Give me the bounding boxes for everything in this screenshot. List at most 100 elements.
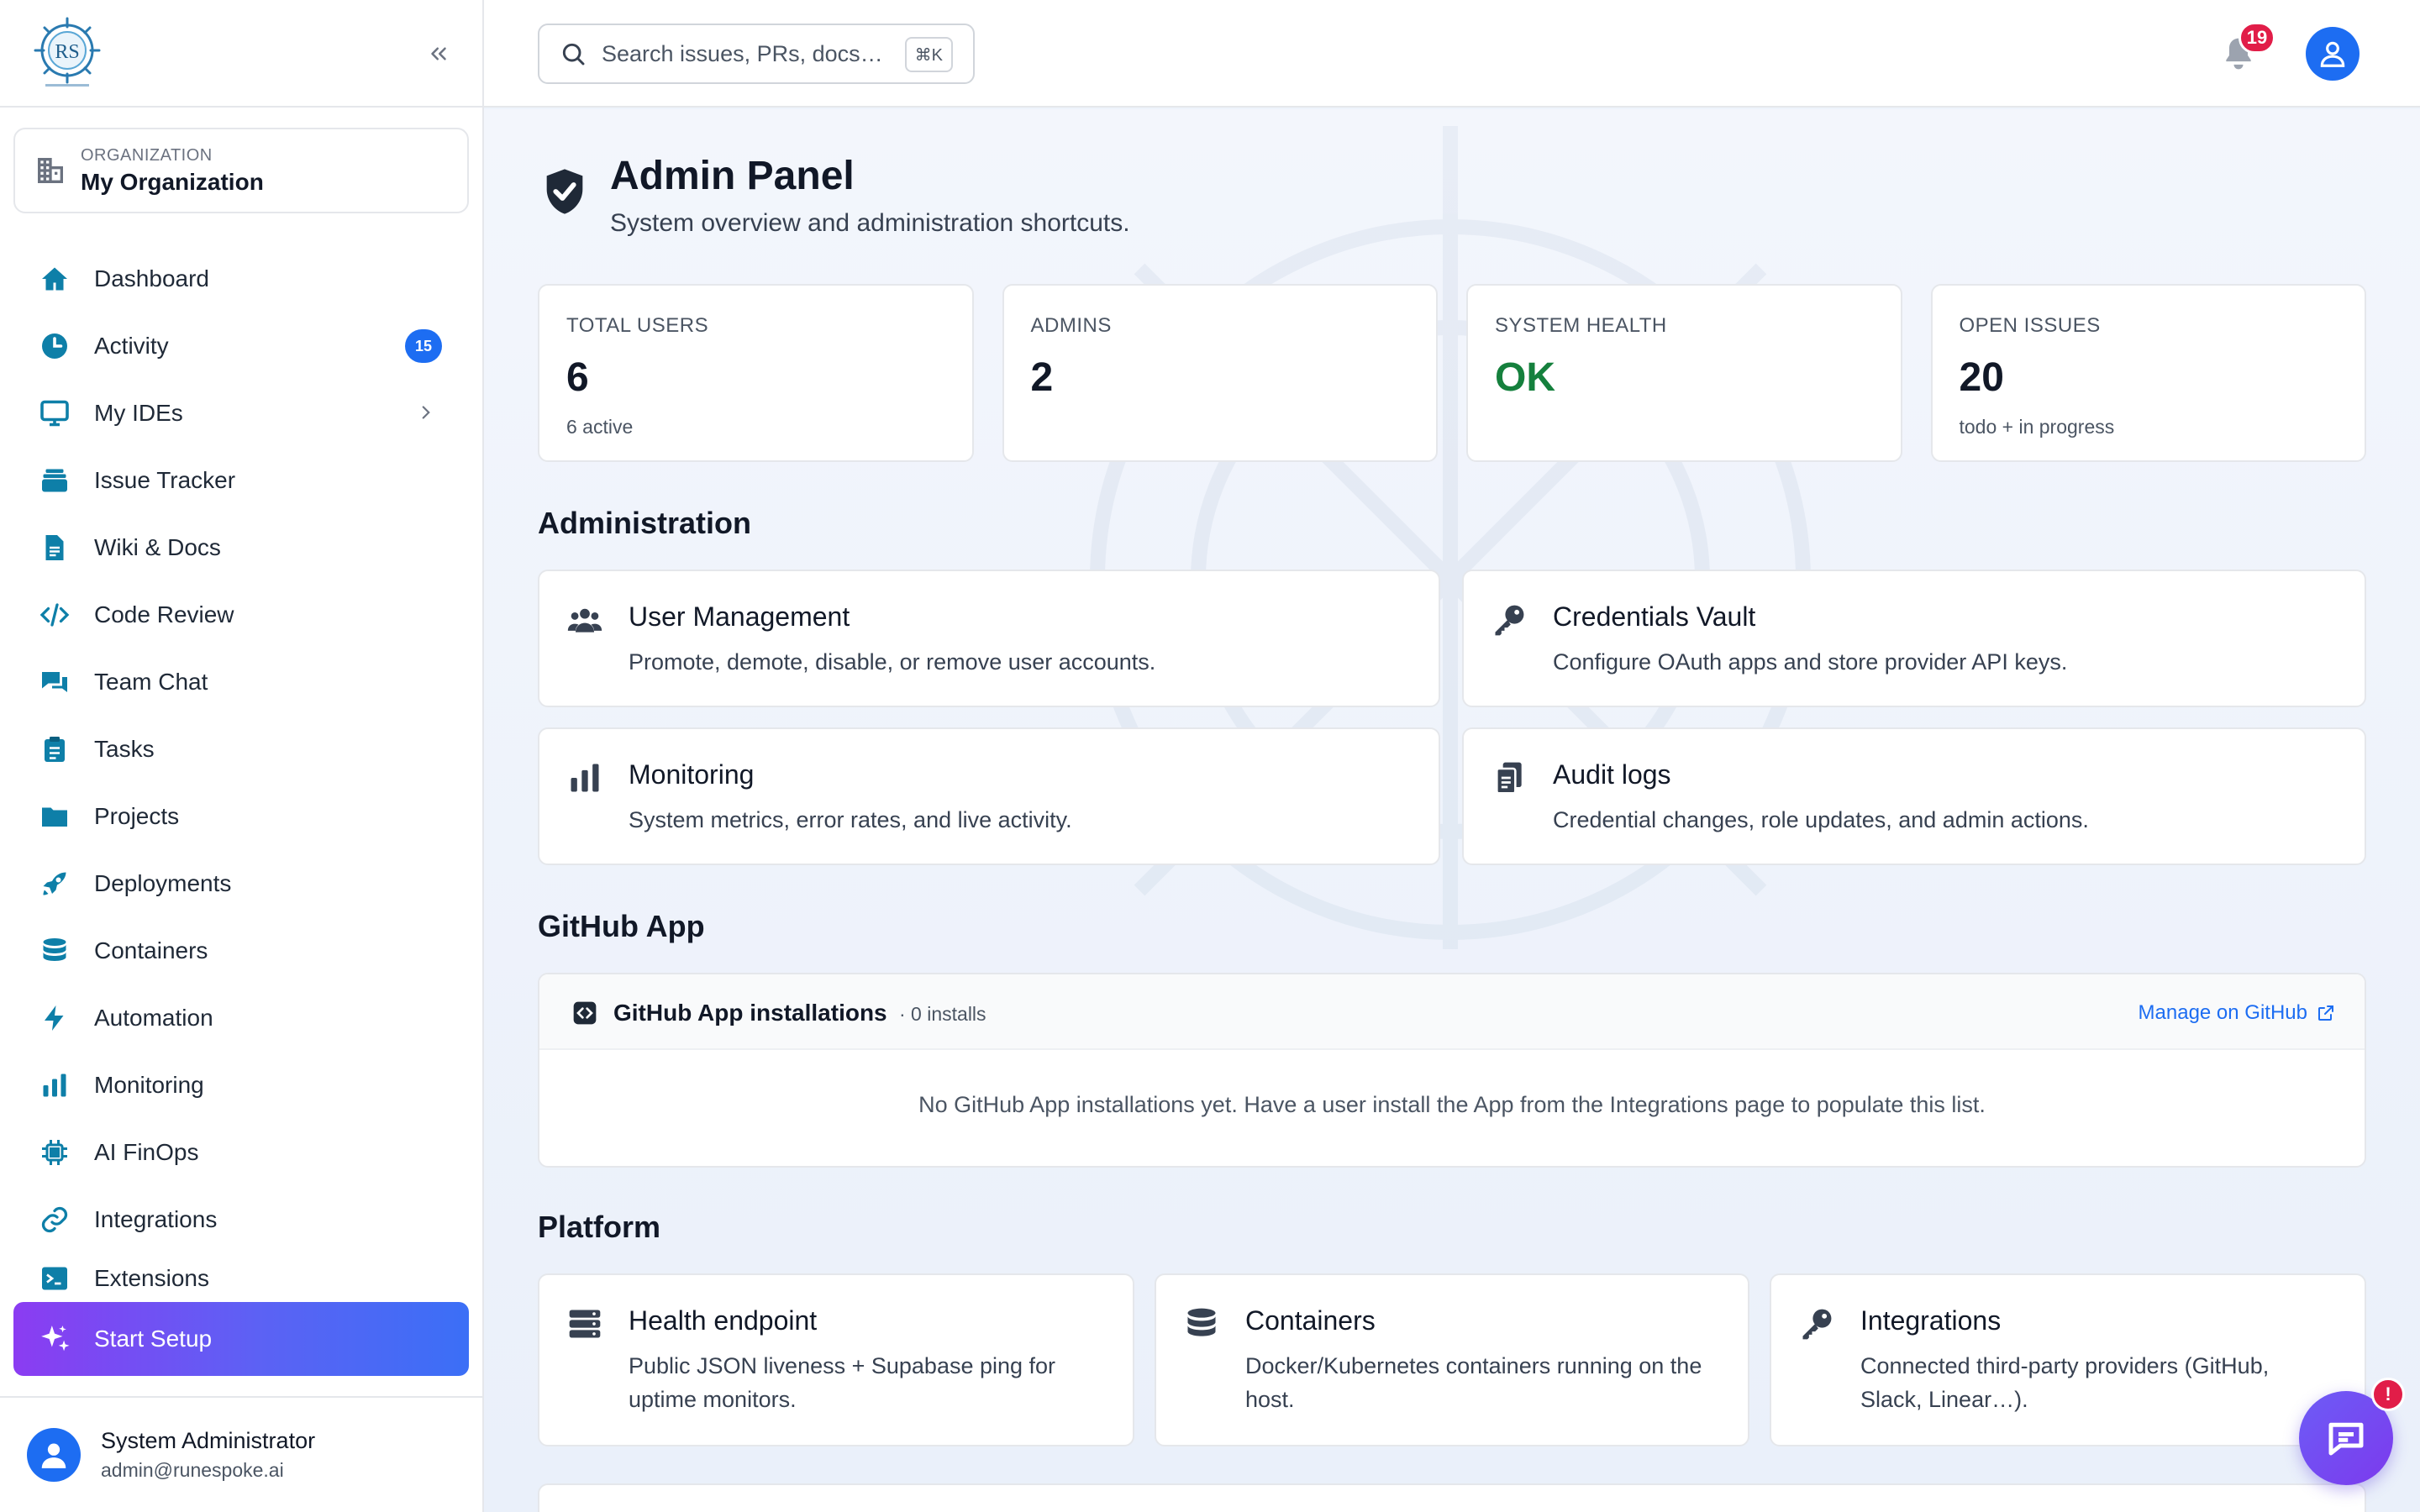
sidebar-item-team-chat[interactable]: Team Chat [13, 648, 469, 716]
stat-card-open-issues: OPEN ISSUES 20 todo + in progress [1930, 284, 2366, 462]
start-setup-label: Start Setup [94, 1326, 213, 1352]
card-title: User Management [629, 601, 850, 632]
sidebar-item-wiki-docs[interactable]: Wiki & Docs [13, 514, 469, 581]
users-icon [567, 608, 602, 633]
sidebar-item-integrations[interactable]: Integrations [13, 1186, 469, 1253]
card-audit-logs[interactable]: Audit logs Credential changes, role upda… [1462, 727, 2366, 865]
bar-chart-icon [571, 764, 599, 792]
sidebar-item-dashboard[interactable]: Dashboard [13, 245, 469, 312]
building-icon [38, 158, 63, 183]
card-description-line: Public JSON liveness + Supabase ping for [629, 1353, 1056, 1378]
sidebar-item-label: Monitoring [94, 1072, 204, 1098]
sidebar-item-label: Code Review [94, 601, 234, 627]
sidebar-item-label: Issue Tracker [94, 467, 236, 493]
stat-value-health: OK [1495, 355, 1555, 400]
github-install-count: · 0 installs [899, 1003, 986, 1025]
sidebar-item-extensions[interactable]: Extensions [13, 1253, 469, 1304]
collapse-sidebar-button[interactable] [420, 37, 457, 71]
avatar [27, 1428, 81, 1482]
card-title: Audit logs [1553, 759, 1671, 790]
search-box[interactable]: ⌘K [538, 24, 975, 84]
sidebar-item-code-review[interactable]: Code Review [13, 581, 469, 648]
card-description: Configure OAuth apps and store provider … [1553, 649, 2068, 675]
layers-icon [39, 465, 71, 496]
card-integrations[interactable]: Integrations Connected third-party provi… [1770, 1273, 2366, 1446]
card-user-management[interactable]: User Management Promote, demote, disable… [538, 570, 1440, 707]
server-icon [569, 1310, 601, 1338]
chat-bubble-icon [2328, 1422, 2364, 1456]
sidebar-item-deployments[interactable]: Deployments [13, 850, 469, 917]
rocket-icon [39, 868, 71, 900]
chat-icon [39, 666, 71, 698]
double-chevron-left-icon [431, 47, 446, 60]
sidebar-item-monitoring[interactable]: Monitoring [13, 1052, 469, 1119]
card-health-endpoint[interactable]: Health endpoint Public JSON liveness + S… [538, 1273, 1134, 1446]
github-panel-title: GitHub App installations [613, 1000, 887, 1026]
github-installations-panel: GitHub App installations · 0 installs Ma… [538, 973, 2366, 1168]
sidebar-header: RS [0, 0, 482, 108]
stat-label: OPEN ISSUES [1959, 314, 2101, 337]
card-description-line: Docker/Kubernetes containers running on … [1245, 1353, 1702, 1378]
stat-card-system-health: SYSTEM HEALTH OK [1466, 284, 1902, 462]
activity-count-badge: 15 [405, 329, 442, 363]
sidebar-item-tasks[interactable]: Tasks [13, 716, 469, 783]
sidebar-item-label: Deployments [94, 870, 232, 896]
organization-text: ORGANIZATION My Organization [81, 146, 264, 196]
user-name: System Administrator [101, 1428, 316, 1453]
bar-chart-icon [39, 1069, 71, 1101]
svg-text:RS: RS [55, 41, 79, 63]
organization-switcher[interactable]: ORGANIZATION My Organization [13, 128, 469, 213]
page-subtitle: System overview and administration short… [610, 209, 1130, 237]
sidebar-item-activity[interactable]: Activity 15 [13, 312, 469, 380]
sidebar-item-containers[interactable]: Containers [13, 917, 469, 984]
monitor-icon [39, 397, 71, 429]
sidebar-item-label: Projects [94, 803, 180, 829]
stat-label: TOTAL USERS [566, 314, 709, 337]
sidebar-item-label: AI FinOps [94, 1139, 199, 1165]
sidebar: RS ORGANIZATION My Organization Dashboar… [0, 0, 484, 1512]
sidebar-nav: Dashboard Activity 15 My IDEs Issue Trac… [13, 245, 469, 1304]
sidebar-item-projects[interactable]: Projects [13, 783, 469, 850]
sidebar-item-label: Automation [94, 1005, 213, 1031]
stat-card-total-users: TOTAL USERS 6 6 active [538, 284, 974, 462]
external-link-icon [2318, 1005, 2333, 1021]
user-info: System Administrator admin@runespoke.ai [101, 1428, 315, 1482]
sparkles-icon [41, 1326, 70, 1352]
page-header: Admin Panel System overview and administ… [538, 153, 1130, 238]
sidebar-item-my-ides[interactable]: My IDEs [13, 380, 469, 447]
manage-on-github-link[interactable]: Manage on GitHub [2139, 1001, 2336, 1025]
card-credentials-vault[interactable]: Credentials Vault Configure OAuth apps a… [1462, 570, 2366, 707]
stat-label: ADMINS [1030, 314, 1112, 337]
clipboard-list-icon [1496, 762, 1522, 795]
chat-alert-badge: ! [2371, 1378, 2405, 1411]
sidebar-item-label: Dashboard [94, 265, 209, 291]
runespoke-logo-icon[interactable]: RS [34, 17, 101, 89]
start-setup-button[interactable]: Start Setup [13, 1302, 469, 1376]
sidebar-item-ai-finops[interactable]: AI FinOps [13, 1119, 469, 1186]
sidebar-item-label: Tasks [94, 736, 155, 762]
database-icon [39, 935, 71, 967]
card-description-line: uptime monitors. [629, 1387, 797, 1412]
manage-on-github-label: Manage on GitHub [2138, 1001, 2307, 1024]
organization-name: My Organization [81, 168, 264, 195]
terminal-icon [39, 1263, 71, 1294]
card-title: Health endpoint [629, 1305, 818, 1336]
next-section-card [538, 1483, 2366, 1512]
stat-value: 20 [1959, 355, 2004, 400]
sidebar-item-automation[interactable]: Automation [13, 984, 469, 1052]
notifications-button[interactable]: 19 [2220, 22, 2275, 79]
card-description-line: Slack, Linear…). [1860, 1387, 2028, 1412]
sidebar-item-issue-tracker[interactable]: Issue Tracker [13, 447, 469, 514]
user-menu-avatar[interactable] [2306, 27, 2360, 81]
user-icon [41, 1443, 66, 1468]
sidebar-item-label: Activity [94, 333, 169, 359]
search-shortcut-hint: ⌘K [904, 37, 953, 72]
card-containers[interactable]: Containers Docker/Kubernetes containers … [1155, 1273, 1749, 1446]
top-header: ⌘K 19 [484, 0, 2420, 108]
clipboard-icon [39, 733, 71, 765]
card-monitoring[interactable]: Monitoring System metrics, error rates, … [538, 727, 1440, 865]
search-input[interactable] [602, 40, 904, 67]
shield-check-icon [546, 169, 583, 214]
user-profile[interactable]: System Administrator admin@runespoke.ai [0, 1396, 482, 1512]
card-title: Credentials Vault [1553, 601, 1756, 632]
